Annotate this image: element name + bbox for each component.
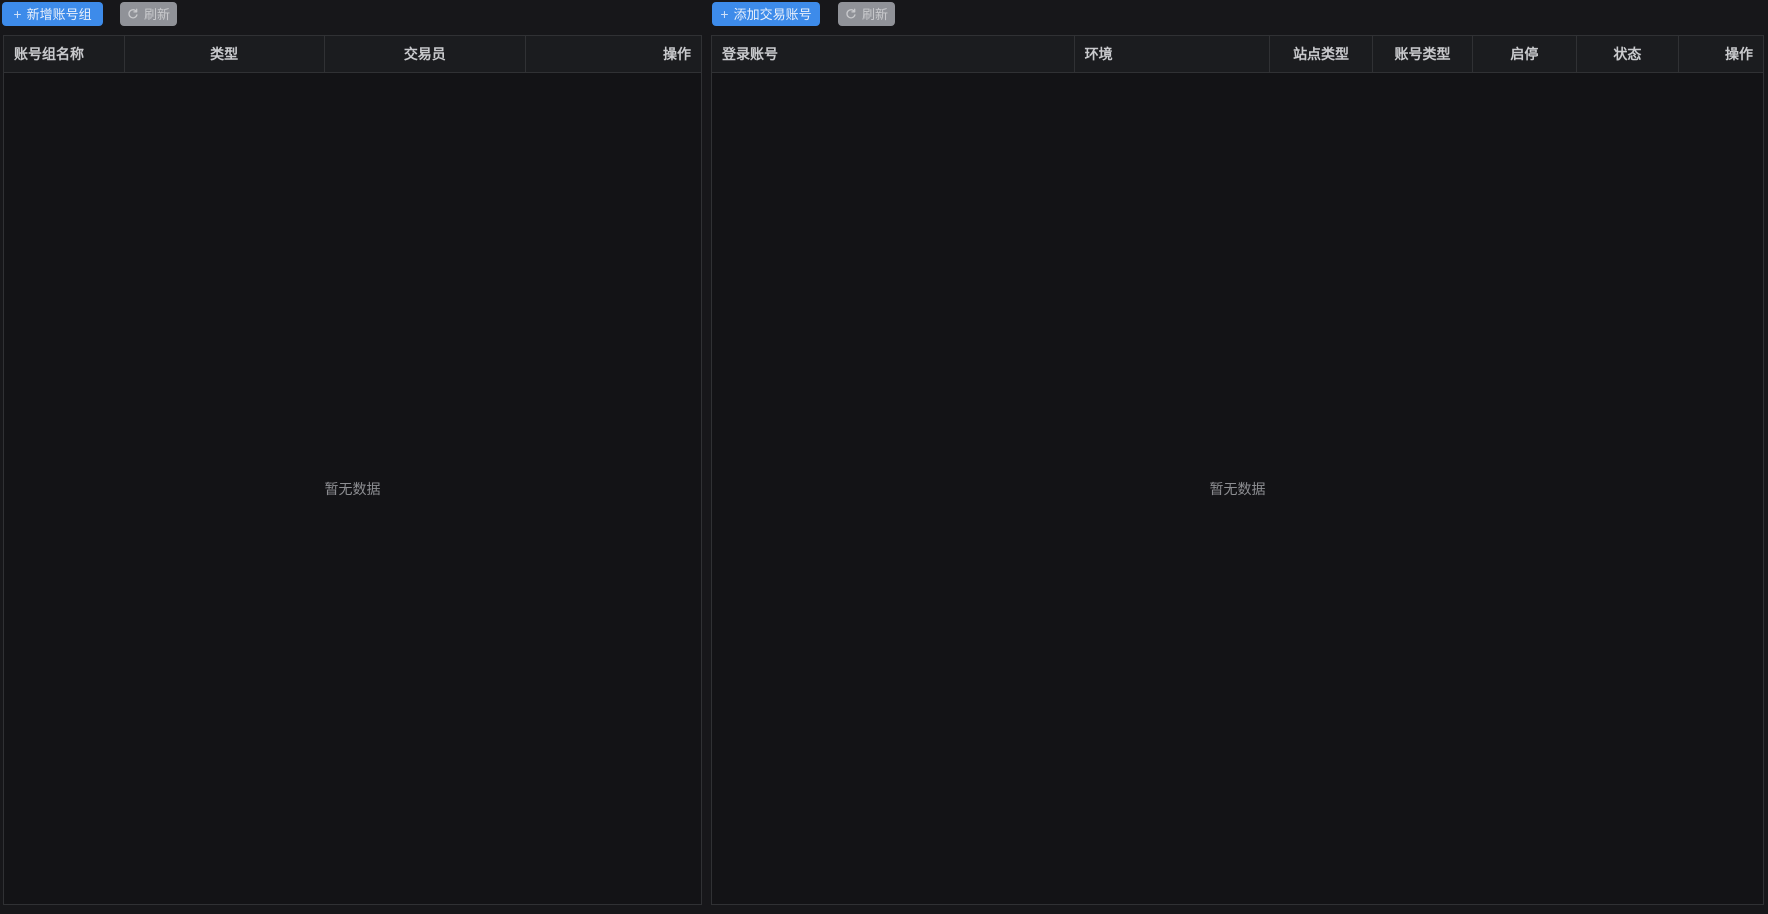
refresh-label: 刷新 — [861, 6, 888, 22]
refresh-trading-accounts-button[interactable]: 刷新 — [838, 2, 895, 26]
account-group-table-header: 账号组名称 类型 交易员 操作 — [4, 36, 701, 73]
column-header-account-group-name: 账号组名称 — [4, 36, 125, 72]
account-group-table-body: 暂无数据 — [4, 73, 701, 904]
add-trading-account-label: 添加交易账号 — [733, 6, 812, 22]
empty-data-placeholder: 暂无数据 — [1209, 480, 1266, 497]
column-header-account-type: 账号类型 — [1373, 36, 1473, 72]
column-header-site-type: 站点类型 — [1270, 36, 1374, 72]
trading-account-table-header: 登录账号 环境 站点类型 账号类型 启停 状态 操作 — [712, 36, 1763, 73]
column-header-environment: 环境 — [1075, 36, 1271, 72]
refresh-account-groups-button[interactable]: 刷新 — [120, 2, 177, 26]
column-header-start-stop: 启停 — [1473, 36, 1577, 72]
add-trading-account-button[interactable]: + 添加交易账号 — [712, 2, 820, 26]
column-header-status: 状态 — [1577, 36, 1679, 72]
account-group-table: 账号组名称 类型 交易员 操作 暂无数据 — [3, 35, 702, 905]
empty-data-placeholder: 暂无数据 — [324, 480, 381, 497]
plus-icon: + — [13, 6, 22, 22]
column-header-trader: 交易员 — [325, 36, 527, 72]
refresh-icon — [127, 8, 139, 20]
refresh-icon — [845, 8, 857, 20]
trading-account-table-body: 暂无数据 — [712, 73, 1763, 904]
trading-account-table: 登录账号 环境 站点类型 账号类型 启停 状态 操作 暂无数据 — [711, 35, 1764, 905]
add-account-group-button[interactable]: + 新增账号组 — [2, 2, 103, 26]
column-header-actions: 操作 — [662, 46, 691, 62]
column-header-type: 类型 — [125, 36, 325, 72]
add-account-group-label: 新增账号组 — [26, 6, 92, 22]
column-header-login-account: 登录账号 — [712, 36, 1075, 72]
column-header-actions: 操作 — [1724, 46, 1753, 62]
plus-icon: + — [720, 6, 729, 22]
refresh-label: 刷新 — [143, 6, 170, 22]
